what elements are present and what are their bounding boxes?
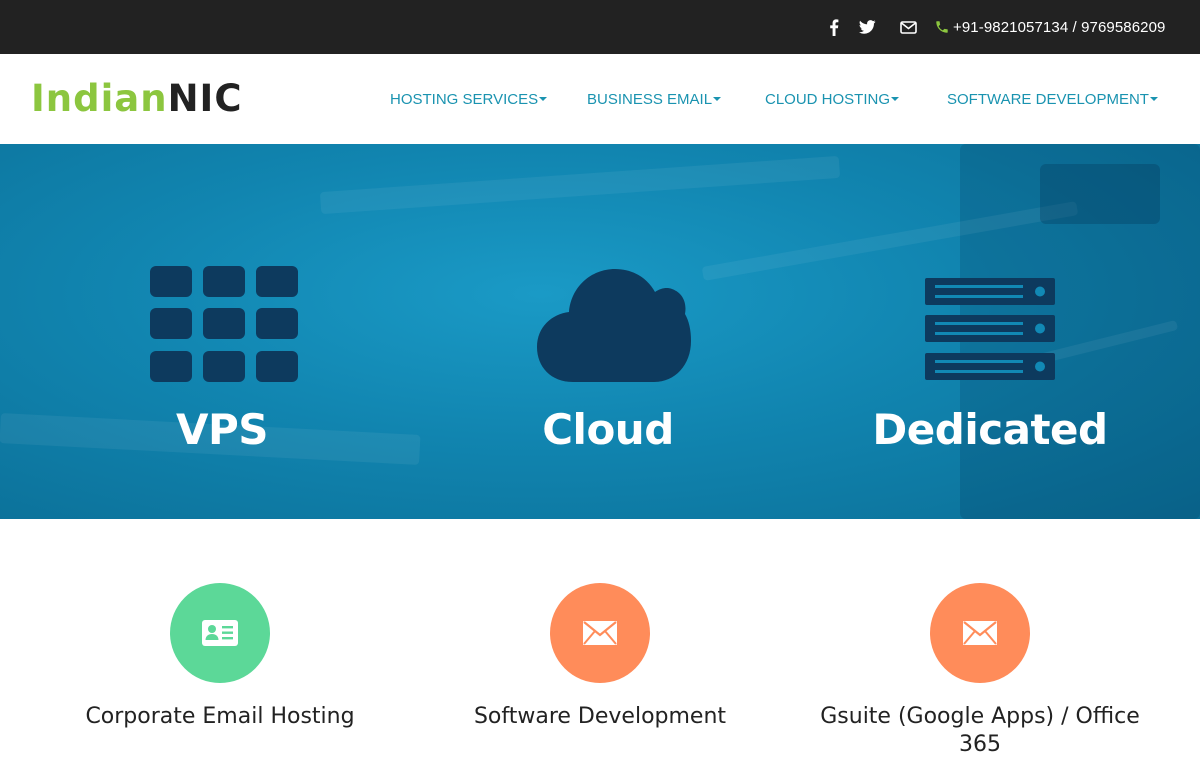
service-corporate-email-hosting[interactable]: Corporate Email Hosting — [40, 583, 400, 731]
cloud-icon — [537, 269, 691, 382]
id-card-icon — [202, 620, 238, 646]
caret-down-icon — [891, 97, 900, 102]
envelope-icon — [963, 621, 997, 645]
nav-label: SOFTWARE DEVELOPMENT — [947, 91, 1149, 108]
caret-down-icon — [539, 97, 548, 102]
service-software-development[interactable]: Software Development — [420, 583, 780, 731]
nav-label: CLOUD HOSTING — [765, 91, 891, 108]
header: IndianNIC HOSTING SERVICES BUSINESS EMAI… — [0, 54, 1200, 144]
hero-label-vps: VPS — [175, 405, 269, 454]
top-bar: +91-9821057134 / 9769586209 — [0, 0, 1200, 54]
service-icon-circle — [170, 583, 270, 683]
logo-part-nic: NIC — [167, 77, 243, 120]
hero-label-cloud: Cloud — [542, 405, 674, 454]
service-title: Corporate Email Hosting — [85, 704, 355, 729]
hero-label-dedicated: Dedicated — [872, 405, 1108, 454]
hero-banner: VPS Cloud Dedicated — [0, 144, 1200, 519]
twitter-icon[interactable] — [857, 17, 877, 37]
nav-label: BUSINESS EMAIL — [587, 91, 713, 108]
nav-label: HOSTING SERVICES — [390, 91, 539, 108]
phone-number[interactable]: +91-9821057134 / 9769586209 — [936, 16, 1166, 38]
nav-hosting-services[interactable]: HOSTING SERVICES — [390, 90, 548, 110]
envelope-icon — [583, 621, 617, 645]
nav-cloud-hosting[interactable]: CLOUD HOSTING — [765, 90, 900, 110]
service-icon-circle — [550, 583, 650, 683]
server-icon — [925, 278, 1055, 380]
phone-text: +91-9821057134 / 9769586209 — [953, 18, 1166, 36]
caret-down-icon — [1149, 97, 1158, 102]
facebook-icon[interactable] — [824, 17, 844, 37]
service-title: Software Development — [473, 704, 727, 729]
hero-bg-shade — [1040, 164, 1160, 224]
logo[interactable]: IndianNIC — [31, 78, 242, 120]
nav-business-email[interactable]: BUSINESS EMAIL — [587, 90, 722, 110]
service-title: Gsuite (Google Apps) / Office 365 — [820, 704, 1140, 757]
mail-icon[interactable] — [898, 17, 918, 37]
phone-icon — [936, 21, 948, 33]
service-icon-circle — [930, 583, 1030, 683]
logo-part-indian: Indian — [31, 77, 168, 120]
caret-down-icon — [713, 97, 722, 102]
nav-software-development[interactable]: SOFTWARE DEVELOPMENT — [947, 90, 1158, 110]
grid-icon — [150, 266, 298, 382]
service-gsuite-office365[interactable]: Gsuite (Google Apps) / Office 365 — [800, 583, 1160, 759]
hero-bg-streak — [319, 155, 841, 215]
